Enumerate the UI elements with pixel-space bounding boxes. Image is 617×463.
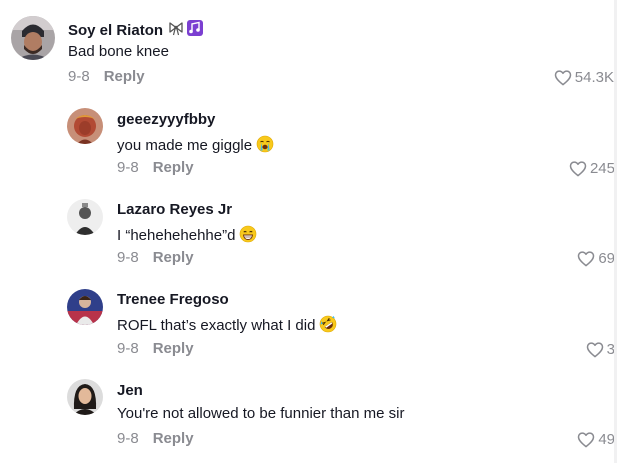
avatar[interactable]: [67, 199, 103, 235]
reply-meta: 9-8 Reply: [117, 159, 194, 177]
like-button[interactable]: 54.3K: [554, 68, 614, 86]
reply-item: Lazaro Reyes Jr I “hehehehehhe”d 9-8 Repl…: [0, 190, 617, 280]
username-text[interactable]: Soy el Riaton: [68, 22, 163, 39]
like-count: 54.3K: [574, 68, 614, 86]
reply-button[interactable]: Reply: [153, 340, 194, 357]
reply-username[interactable]: Jen: [117, 382, 143, 400]
reply-meta: 9-8 Reply: [117, 340, 194, 358]
like-button[interactable]: 3: [586, 340, 615, 358]
bow-icon: [169, 22, 183, 36]
like-count: 245: [589, 159, 615, 177]
reply-date: 9-8: [117, 430, 139, 447]
comment-meta: 9-8 Reply: [68, 68, 145, 86]
heart-icon: [578, 431, 595, 447]
reply-meta: 9-8 Reply: [117, 430, 194, 448]
like-button[interactable]: 245: [569, 159, 615, 177]
reply-item: Jen You're not allowed to be funnier tha…: [0, 371, 617, 463]
music-notes-icon: [187, 20, 204, 36]
heart-icon: [586, 341, 603, 357]
reply-text: you made me giggle: [117, 135, 274, 158]
avatar[interactable]: [67, 379, 103, 415]
like-button[interactable]: 49: [577, 430, 615, 448]
reply-username[interactable]: geeezyyyfbby: [117, 111, 215, 129]
heart-icon: [554, 69, 572, 85]
badge-icons: [168, 20, 204, 42]
loudly-crying-face-icon: [256, 135, 274, 158]
like-count: 49: [598, 430, 615, 448]
reply-meta: 9-8 Reply: [117, 249, 194, 267]
heart-icon: [578, 250, 595, 266]
reply-date: 9-8: [117, 340, 139, 357]
reply-username[interactable]: Trenee Fregoso: [117, 291, 229, 309]
like-count: 69: [598, 249, 615, 267]
like-button[interactable]: 69: [577, 249, 615, 267]
reply-button[interactable]: Reply: [104, 68, 145, 85]
comment-text: Bad bone knee: [68, 43, 169, 60]
reply-date: 9-8: [117, 249, 139, 266]
heart-icon: [569, 160, 587, 176]
comment-username[interactable]: Soy el Riaton: [68, 20, 204, 42]
reply-item: Trenee Fregoso ROFL that’s exactly what …: [0, 280, 617, 371]
grinning-face-icon: [239, 225, 257, 248]
reply-item: geeezyyyfbby you made me giggle 9-8 Reply…: [0, 100, 617, 190]
reply-text-content: I “hehehehehhe”d: [117, 227, 236, 244]
reply-text-content: you made me giggle: [117, 137, 253, 154]
reply-button[interactable]: Reply: [153, 430, 194, 447]
reply-button[interactable]: Reply: [153, 249, 194, 266]
reply-text-content: ROFL that’s exactly what I did: [117, 317, 316, 334]
reply-date: 9-8: [117, 159, 139, 176]
rolling-on-floor-laughing-icon: [319, 315, 337, 338]
reply-username[interactable]: Lazaro Reyes Jr: [117, 201, 232, 219]
reply-button[interactable]: Reply: [153, 159, 194, 176]
reply-text: I “hehehehehhe”d: [117, 225, 257, 248]
avatar[interactable]: [11, 16, 55, 60]
reply-text: You're not allowed to be funnier than me…: [117, 405, 405, 422]
reply-text: ROFL that’s exactly what I did: [117, 315, 337, 338]
comment-item: Soy el Riaton Bad bone knee 9-8 Reply 54.…: [0, 0, 617, 95]
comment-date: 9-8: [68, 68, 90, 85]
avatar[interactable]: [67, 289, 103, 325]
avatar[interactable]: [67, 108, 103, 144]
